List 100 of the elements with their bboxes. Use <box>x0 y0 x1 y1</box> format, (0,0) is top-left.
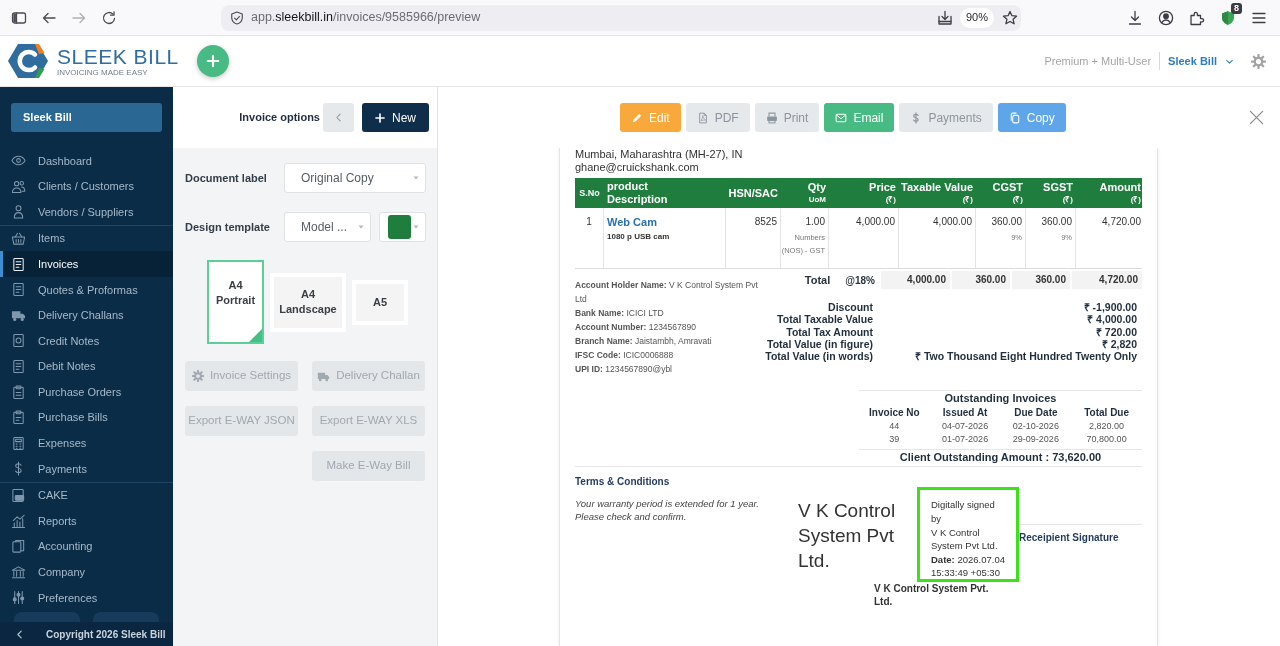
column-header: Price (₹) <box>868 179 897 206</box>
nav-item[interactable]: Company <box>0 559 173 586</box>
summary-value: ₹ -1,900.00 <box>1082 301 1138 314</box>
download-icon[interactable] <box>1127 9 1143 26</box>
plan-text: Premium + Multi-User <box>1044 53 1152 69</box>
total-cell: 4,000.00 <box>879 271 950 289</box>
star-icon[interactable] <box>1002 9 1018 26</box>
bank-detail: Branch Name: Jaistambh, Amravati <box>575 335 713 348</box>
account-menu[interactable]: Sleek Bill <box>1168 52 1234 70</box>
summary-value: ₹ 720.00 <box>1094 325 1138 338</box>
tax-rate: @18% <box>845 273 875 288</box>
color-select[interactable] <box>379 212 426 242</box>
chevron-left-icon[interactable] <box>15 629 24 639</box>
coin-document-icon <box>11 333 26 349</box>
document-label-select[interactable]: Original Copy <box>284 163 426 193</box>
reload-icon[interactable] <box>101 9 117 26</box>
copyright-text: Copyright 2026 Sleek Bill <box>46 627 166 642</box>
nav-item[interactable]: Purchase Orders <box>0 379 173 405</box>
nav-item[interactable]: Vendors / Suppliers <box>0 199 173 225</box>
zoom-button[interactable]: 90% <box>959 7 994 28</box>
column-header: S.No <box>578 187 601 200</box>
envelope-icon <box>835 111 848 124</box>
column-header: Due Date <box>1013 406 1059 421</box>
nav-item[interactable]: Accounting <box>0 533 173 560</box>
logo-icon <box>8 43 48 79</box>
bank-detail: IFSC Code: ICIC0006888 <box>575 349 675 362</box>
gear-icon[interactable] <box>1251 53 1266 69</box>
sidebar-toggle-icon[interactable] <box>11 9 27 26</box>
shield-icon[interactable] <box>230 10 244 25</box>
nav-item[interactable]: Preferences <box>0 585 173 611</box>
nav-item[interactable]: Quotes & Proformas <box>0 276 173 303</box>
badge-count: 8 <box>1231 2 1242 14</box>
bank-detail: Account Holder Name: V K Control System Pvt Ltd <box>575 279 759 306</box>
page-size-option[interactable]: A4 Portrait <box>207 260 264 344</box>
template-select[interactable]: Model ... <box>284 212 371 242</box>
nav-item[interactable]: Clients / Customers <box>0 173 173 200</box>
shield-icon[interactable] <box>1220 9 1236 26</box>
chart-icon <box>11 513 26 529</box>
table-cell-text: 01-07-2026 <box>941 433 990 447</box>
table-cell-text: 02-10-2026 <box>1011 420 1060 434</box>
summary-label: Total Tax Amount <box>785 325 873 338</box>
bank-detail: Account Number: 1234567890 <box>575 321 697 334</box>
nav-item[interactable]: Debit Notes <box>0 353 173 380</box>
table-cell-text: 29-09-2026 <box>1011 433 1060 447</box>
url-text: app.sleekbill.in/invoices/9585966/preview <box>251 9 481 27</box>
column-header: product Description <box>606 179 669 207</box>
nav-item[interactable]: Dashboard <box>0 148 173 174</box>
plus-icon <box>205 54 220 68</box>
table-cell-text: 44 <box>888 420 901 434</box>
bank-icon <box>11 564 26 580</box>
document-icon <box>11 282 26 298</box>
field-label: Document label <box>185 170 268 186</box>
bank-detail: Bank Name: ICICI LTD <box>575 307 665 320</box>
gear-icon <box>191 370 204 382</box>
address-bar[interactable]: app.sleekbill.in/invoices/9585966/preview 90% <box>221 4 1021 31</box>
field-label: Design template <box>185 219 271 235</box>
product-link[interactable]: Web Cam <box>607 215 657 229</box>
user-icon <box>11 204 26 220</box>
terms-title: Terms & Conditions <box>575 475 671 490</box>
page-size-option[interactable]: A4 Landscape <box>270 272 346 332</box>
pencil-icon <box>631 111 643 124</box>
total-cell: 4,720.00 <box>1070 271 1142 289</box>
email-text: ghane@cruickshank.com <box>575 161 700 174</box>
account-icon[interactable] <box>1158 9 1174 26</box>
new-button[interactable]: New <box>362 103 429 132</box>
save-page-icon[interactable] <box>936 9 953 26</box>
nav-item[interactable]: Items <box>0 225 173 252</box>
puzzle-icon[interactable] <box>1189 9 1205 26</box>
nav-item[interactable]: Payments <box>0 456 173 482</box>
column-header: HSN/SAC <box>727 185 779 201</box>
users-icon <box>11 178 26 194</box>
table-cell-text: 39 <box>888 433 901 447</box>
summary-value: ₹ Two Thousand Eight Hundred Twenty Only <box>913 350 1138 363</box>
nav-item[interactable]: Purchase Bills <box>0 404 173 431</box>
column-header: Invoice No <box>868 406 921 421</box>
column-header: Amount (₹) <box>1098 179 1142 206</box>
nav-item[interactable]: Expenses <box>0 430 173 457</box>
printer-icon <box>765 111 778 124</box>
price: 4,000.00 <box>856 215 895 228</box>
basket-icon <box>11 231 26 247</box>
caret-down-icon <box>357 223 365 231</box>
nav-item[interactable]: Invoices <box>0 251 173 277</box>
document-icon <box>11 359 26 375</box>
page-size-option[interactable]: A5 <box>352 279 408 325</box>
company-signature-text: V K Control System Pvt Ltd. <box>798 499 897 574</box>
nav-item[interactable]: Credit Notes <box>0 328 173 354</box>
total-label: Total <box>804 272 831 288</box>
clipboard-icon <box>11 410 26 426</box>
column-header: SGST (₹) <box>1042 179 1074 206</box>
account-button[interactable]: Sleek Bill <box>11 103 162 132</box>
summary-label: Discount <box>827 301 873 314</box>
close-button[interactable] <box>1249 110 1264 125</box>
nav-item[interactable]: Delivery Challans <box>0 302 173 329</box>
nav-item[interactable]: CAKE <box>0 482 173 509</box>
nav-item[interactable]: Reports <box>0 508 173 534</box>
panel-title: Invoice options <box>239 110 320 126</box>
column-header: Total Due <box>1083 406 1131 421</box>
column-header: CGST (₹) <box>991 179 1024 206</box>
total-cell: 360.00 <box>1010 271 1070 289</box>
column-header: Taxable Value (₹) <box>900 179 974 206</box>
